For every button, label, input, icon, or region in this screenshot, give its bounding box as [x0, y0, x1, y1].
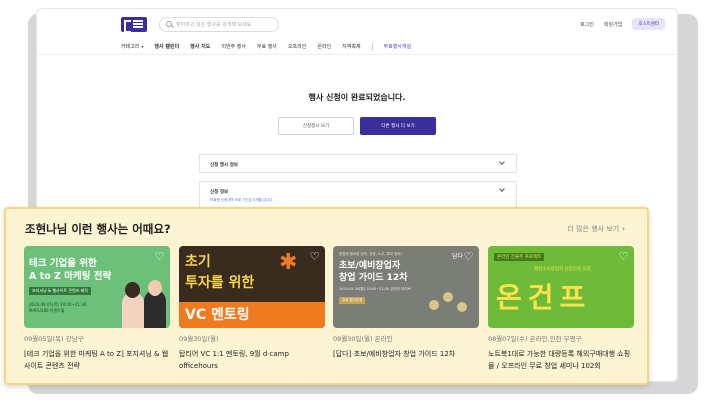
accordion-subtitle: 비회원 신청내역 조회 기간은 6개월 입니다. — [210, 198, 274, 202]
login-link[interactable]: 로그인 — [580, 21, 594, 28]
event-card[interactable]: 초기투자를 위한 ✱ VC 멘토링 ♡ 09월30일(월) 탑티어 VC 1:1… — [179, 246, 325, 372]
thumb-info: 2024.09.30(월) 19:00~21:00 온라인 라이브 — [339, 287, 411, 291]
view-applied-button[interactable]: 신청행사 보기 — [278, 117, 354, 135]
nav-this-week[interactable]: 이번주 행사 — [221, 43, 246, 50]
event-date: 09월30일(월) — [179, 335, 219, 343]
confirmation-section: 행사 신청이 완료되었습니다. 신청행사 보기 다른 행사 더 보기 — [37, 92, 677, 135]
speaker-photo — [122, 282, 144, 328]
nav-free[interactable]: 무료 행사 — [257, 43, 277, 50]
speaker-photo — [144, 280, 166, 328]
event-title[interactable]: [답다] 초보/예비창업자 창업 가이드 12차 — [333, 348, 479, 360]
thumb-brand: 답다 — [451, 253, 463, 260]
thumb-headline: 초보/예비창업자창업 가이드 12차 — [339, 260, 407, 284]
nav-offline[interactable]: 오프라인 — [288, 43, 306, 50]
event-date: 09월30일(월) 온라인 — [333, 335, 393, 343]
thumb-line: VC 멘토링 — [185, 307, 250, 323]
heart-icon[interactable]: ♡ — [154, 251, 165, 262]
top-header: 찾아주고 싶은 행사를 검색해 보세요 로그인 회원가입 호스트센터 — [37, 9, 677, 39]
event-card[interactable]: 창업에 필요한 정부, 공공, 노무, 특허 정보! 답다 초보/예비창업자창업… — [333, 246, 479, 360]
event-date: 09월05일(목) 강남구 — [24, 335, 84, 343]
thumb-info: 2024.09.05(목) 19:00~21:30 MARU180 이벤트홀 — [29, 302, 86, 314]
accordion-event-info[interactable]: 신청 행사 정보 — [199, 154, 517, 173]
thumb-headline: 온건프 — [496, 281, 592, 314]
thumb-line: 초보/예비창업자 — [339, 261, 401, 271]
heart-icon[interactable]: ♡ — [309, 251, 320, 262]
more-events-label: 더 많은 행사 보기 — [567, 225, 620, 233]
confirmation-actions: 신청행사 보기 다른 행사 더 보기 — [37, 117, 677, 135]
main-nav: 카테고리 ▾ 행사 캘린더 행사 지도 이번주 행사 무료 행사 오프라인 온라인… — [37, 39, 677, 55]
thumb-tag: 온라인 건물주 프로젝트 — [494, 253, 545, 261]
thumb-headline: 테크 기업을 위한 A to Z 마케팅 전략 — [29, 257, 111, 283]
site-logo[interactable] — [121, 16, 147, 33]
event-card[interactable]: 테크 기업을 위한 A to Z 마케팅 전략 포지셔닝 & 웹사이트 콘텐츠 제… — [24, 246, 170, 372]
recommendation-panel: 조현나님 이런 행사는 어때요? 더 많은 행사 보기 › 테크 기업을 위한 A … — [4, 207, 649, 385]
event-thumbnail[interactable]: 테크 기업을 위한 A to Z 마케팅 전략 포지셔닝 & 웹사이트 콘텐츠 제… — [24, 246, 170, 328]
nav-create-free-event[interactable]: 무료행사개설 — [384, 43, 412, 50]
heart-icon[interactable]: ♡ — [463, 251, 474, 262]
nav-online[interactable]: 온라인 — [317, 43, 331, 50]
chevron-down-icon: ▾ — [141, 44, 144, 49]
recommendation-title: 조현나님 이런 행사는 어때요? — [25, 222, 171, 236]
thumb-line: 테크 기업을 위한 — [29, 258, 97, 269]
thumb-top: 창업에 필요한 정부, 공공, 노무, 특허 정보! — [339, 252, 402, 256]
signup-link[interactable]: 회원가입 — [604, 21, 622, 28]
nav-category[interactable]: 카테고리 ▾ — [121, 43, 143, 50]
host-center-button[interactable]: 호스트센터 — [632, 18, 665, 30]
accordion-title: 신청 정보 — [210, 190, 229, 195]
thumb-line: 창업 가이드 12차 — [339, 273, 408, 283]
thumb-info-line: 2024.09.05(목) 19:00~21:30 — [29, 302, 87, 307]
event-thumbnail[interactable]: 온라인 건물주 프로젝트 월천소득창업자 신입단원 모집 온건프 ♡ — [488, 246, 634, 328]
heart-icon[interactable]: ♡ — [618, 251, 629, 262]
account-links: 로그인 회원가입 호스트센터 — [580, 18, 665, 30]
event-title[interactable]: 탑티어 VC 1:1 멘토링, 9월 d·camp officehours — [179, 348, 325, 372]
event-thumbnail[interactable]: 창업에 필요한 정부, 공공, 노무, 특허 정보! 답다 초보/예비창업자창업… — [333, 246, 479, 328]
screenshot-stage: 찾아주고 싶은 행사를 검색해 보세요 로그인 회원가입 호스트센터 카테고리 ▾… — [0, 0, 706, 405]
event-date: 08월07일(수) 온라인,인천 부평구 — [488, 335, 582, 343]
star-icon: ✱ — [279, 250, 298, 275]
event-title[interactable]: [테크 기업을 위한 마케팅 A to Z] 포지셔닝 & 웹사이트 콘텐츠 전… — [24, 348, 170, 372]
event-title[interactable]: 노트북1대로 가능한 대량등록 해외구매대행 쇼핑몰 / 오프라인 무료 창업 … — [488, 348, 634, 372]
thumb-line: 투자를 위한 — [185, 275, 255, 291]
nav-festival[interactable]: 지역축제 — [342, 43, 360, 50]
thumb-line: 초기 — [185, 254, 211, 270]
page-title: 행사 신청이 완료되었습니다. — [308, 93, 406, 102]
thumb-headline: 초기투자를 위한 — [185, 252, 254, 294]
thumb-line: A to Z 마케팅 전략 — [29, 271, 112, 282]
event-thumbnail[interactable]: 초기투자를 위한 ✱ VC 멘토링 ♡ — [179, 246, 325, 328]
search-icon — [166, 21, 172, 27]
search-input[interactable]: 찾아주고 싶은 행사를 검색해 보세요 — [159, 16, 279, 32]
thumb-info-line: MARU180 이벤트홀 — [29, 308, 65, 313]
nav-map[interactable]: 행사 지도 — [190, 43, 210, 50]
nav-category-label: 카테고리 — [121, 44, 140, 50]
more-events-link[interactable]: 더 많은 행사 보기 › — [567, 224, 625, 234]
chevron-right-icon: › — [622, 225, 625, 233]
accordion-title: 신청 행사 정보 — [210, 163, 238, 168]
view-more-events-button[interactable]: 다른 행사 더 보기 — [360, 117, 436, 135]
thumb-badge: 무료 참가신청 — [339, 297, 366, 304]
search-placeholder: 찾아주고 싶은 행사를 검색해 보세요 — [176, 21, 252, 28]
nav-divider — [371, 43, 373, 50]
thumb-tag: 포지셔닝 & 웹사이트 콘텐츠 제작 — [29, 287, 92, 295]
thumb-subtitle: 월천소득창업자 신입단원 모집 — [534, 267, 591, 272]
nav-calendar[interactable]: 행사 캘린더 — [154, 43, 179, 50]
event-card[interactable]: 온라인 건물주 프로젝트 월천소득창업자 신입단원 모집 온건프 ♡ 08월07… — [488, 246, 634, 372]
people-illustration — [429, 292, 469, 316]
